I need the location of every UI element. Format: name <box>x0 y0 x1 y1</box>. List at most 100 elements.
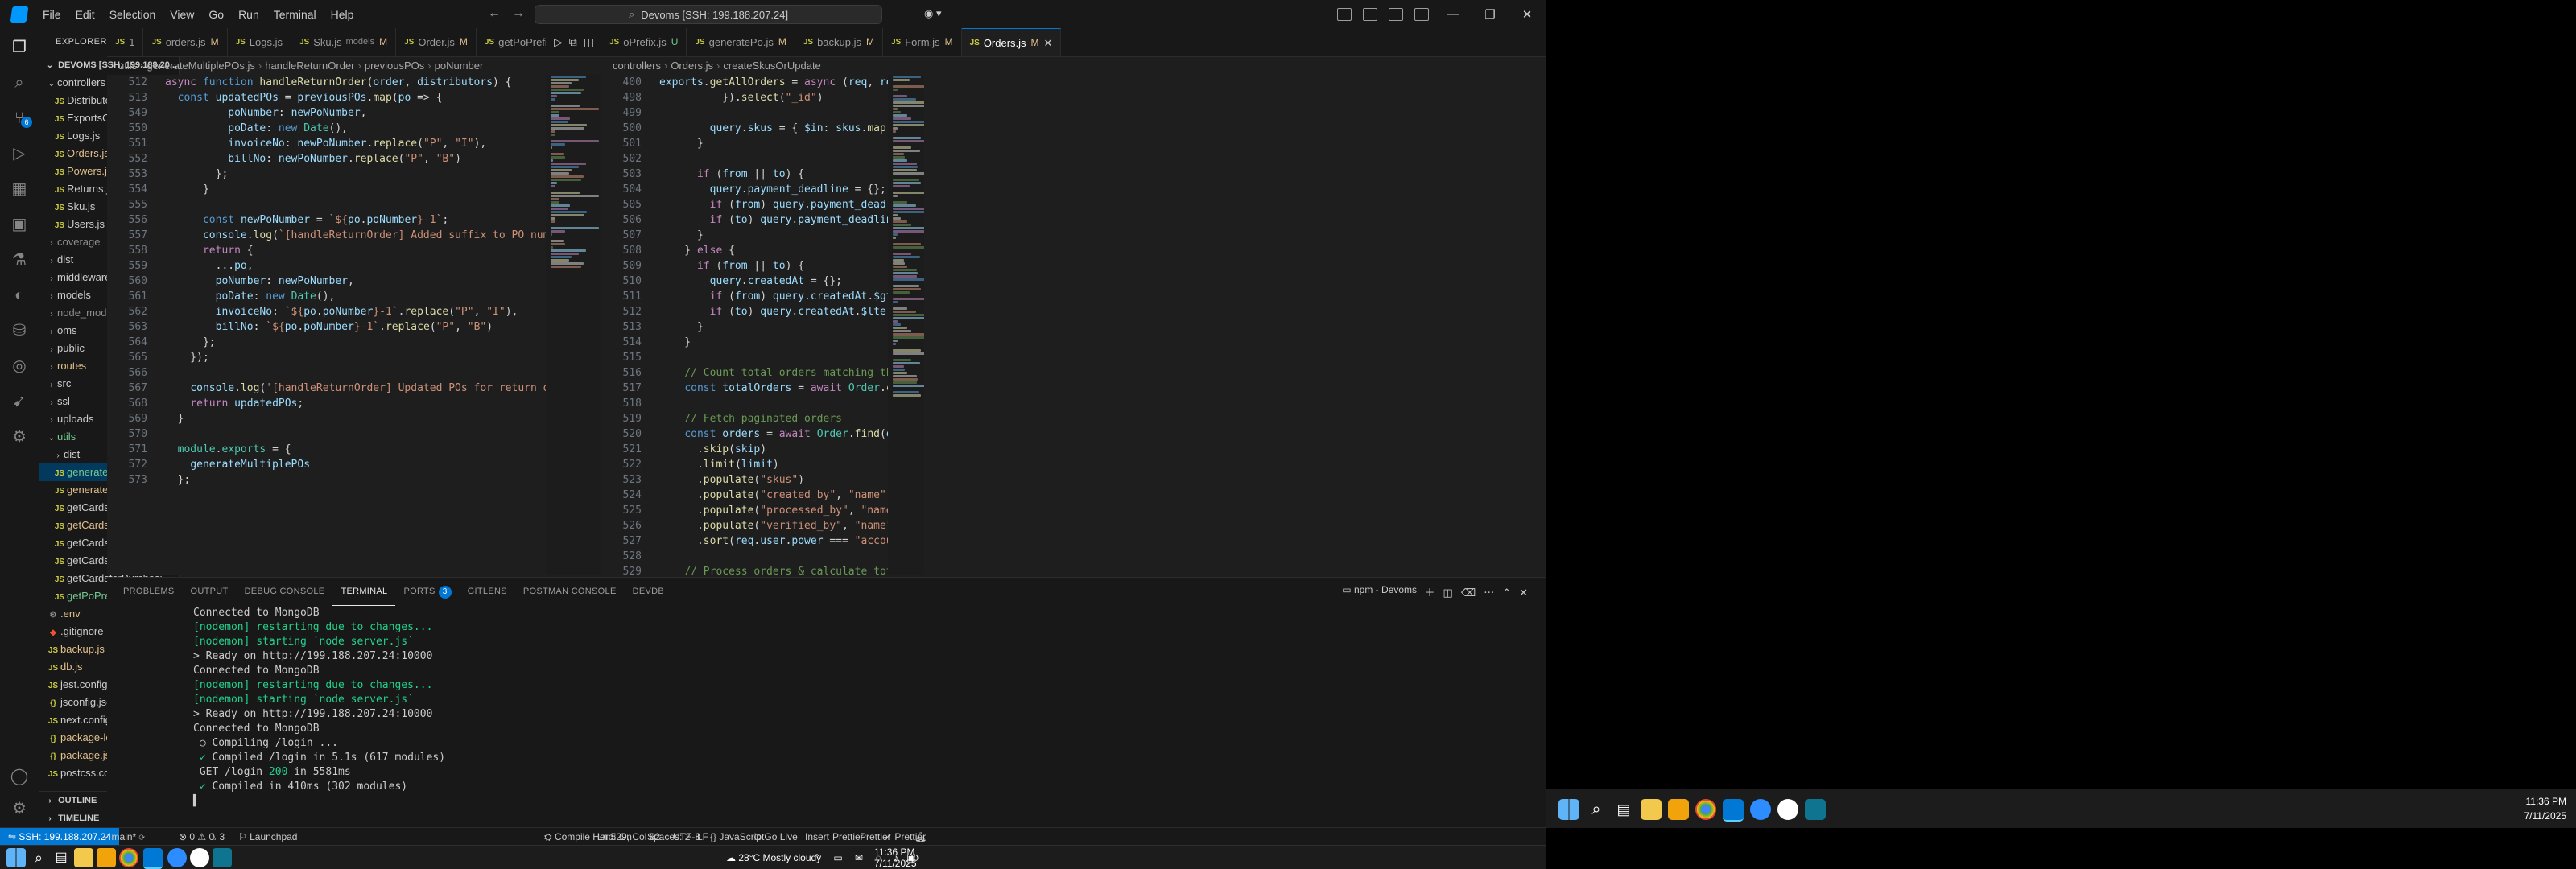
code-line[interactable]: 556 const newPoNumber = `${po.poNumber}-… <box>107 212 546 228</box>
right-breadcrumb[interactable]: controllers › Orders.js › createSkusOrUpdate <box>601 57 1047 75</box>
code-line[interactable]: 498 }).select("_id") <box>601 90 888 105</box>
file-explorer-icon[interactable] <box>1641 799 1662 820</box>
terminal-process[interactable]: ▭ npm - Devoms <box>1342 584 1417 595</box>
code-line[interactable]: 569 } <box>107 411 546 426</box>
menu-go[interactable]: Go <box>201 8 231 21</box>
problems-indicator[interactable]: ⊗ 0 ⚠ 0 <box>179 828 214 846</box>
code-line[interactable]: 400 exports.getAllOrders = async (req, re… <box>601 75 888 90</box>
code-line[interactable]: 559 ...po, <box>107 258 546 274</box>
toggle-panel-icon[interactable] <box>1389 7 1403 21</box>
panel-actions[interactable]: ＋◫⌫⋯⌃✕ <box>1425 584 1536 599</box>
remote-indicator[interactable]: ⇋ SSH: 199.188.207.24 <box>0 828 120 846</box>
code-line[interactable]: 555 <box>107 197 546 212</box>
app-teal-icon[interactable] <box>1805 799 1826 820</box>
code-line[interactable]: 509 if (from || to) { <box>601 258 888 274</box>
code-line[interactable]: 558 return { <box>107 243 546 258</box>
menu-run[interactable]: Run <box>231 8 266 21</box>
code-line[interactable]: 566 <box>107 365 546 381</box>
close-icon[interactable]: ✕ <box>1044 29 1053 56</box>
editor-tab[interactable]: JS 1 <box>107 28 144 56</box>
code-line[interactable]: 519 // Fetch paginated orders <box>601 411 888 426</box>
left-minimap[interactable] <box>546 75 601 575</box>
code-line[interactable]: 570 <box>107 426 546 442</box>
manage-gear-icon[interactable]: ⚙ <box>10 799 29 818</box>
postman-icon[interactable]: ◎ <box>10 356 29 376</box>
code-line[interactable]: 526 .populate("verified_by", "name") <box>601 518 888 533</box>
zoom-icon[interactable] <box>167 848 187 867</box>
breadcrumb-item[interactable]: generateMultiplePOs.js <box>147 60 254 72</box>
editor-tab[interactable]: JS oPrefix.js U <box>601 28 687 56</box>
editor-tab[interactable]: JS Orders.js M ✕ <box>961 28 1062 56</box>
breadcrumb-item[interactable]: poNumber <box>435 60 484 72</box>
weather-widget[interactable]: ☁ 28°C Mostly cloudy <box>726 846 821 869</box>
code-line[interactable]: 503 if (from || to) { <box>601 167 888 182</box>
code-line[interactable]: 512 if (to) query.createdAt.$lte = new D… <box>601 304 888 319</box>
editor-tab[interactable]: JS Logs.js <box>228 28 291 56</box>
code-line[interactable]: 522 .limit(limit) <box>601 457 888 472</box>
code-line[interactable]: 520 const orders = await Order.find(quer… <box>601 426 888 442</box>
encoding[interactable]: UTF-8 <box>673 828 700 846</box>
run-debug-icon[interactable]: ▷ <box>10 144 29 163</box>
chrome-icon[interactable] <box>1695 799 1716 820</box>
panel-tab[interactable]: OUTPUT <box>183 578 237 606</box>
right-minimap[interactable] <box>888 75 924 575</box>
minimize-button[interactable]: — <box>1435 7 1472 21</box>
panel-tab[interactable]: PROBLEMS <box>115 578 183 606</box>
code-line[interactable]: 501 } <box>601 136 888 151</box>
breadcrumb-item[interactable]: createSkusOrUpdate <box>723 60 820 72</box>
menu-view[interactable]: View <box>163 8 201 21</box>
customize-layout-icon[interactable] <box>1337 7 1352 21</box>
editor-tab[interactable]: JS orders.js M <box>143 28 228 56</box>
code-line[interactable]: 557 console.log(`[handleReturnOrder] Add… <box>107 228 546 243</box>
database-icon[interactable]: ⛁ <box>10 321 29 340</box>
panel-tab[interactable]: GITLENS <box>460 578 515 606</box>
left-breadcrumb[interactable]: utils › generateMultiplePOs.js › handleRetur… <box>107 57 553 75</box>
docker-icon[interactable]: ⚙ <box>10 427 29 447</box>
code-line[interactable]: 508 } else { <box>601 243 888 258</box>
editor-tab[interactable]: JSgetPoPrefix.jsU <box>477 28 546 56</box>
breadcrumb-item[interactable]: handleReturnOrder <box>265 60 354 72</box>
explorer-icon[interactable]: ❐ <box>10 38 29 57</box>
code-line[interactable]: 550 poDate: new Date(), <box>107 121 546 136</box>
editor-tab[interactable]: JS backup.js M <box>795 28 883 56</box>
notification-center-icon[interactable]: ▣ <box>906 846 915 869</box>
code-line[interactable]: 505 if (from) query.payment_deadline.$gt… <box>601 197 888 212</box>
code-line[interactable]: 518 <box>601 396 888 411</box>
app-white-circle-icon[interactable] <box>190 848 209 867</box>
taskbar-search-icon[interactable]: ⌕ <box>1586 799 1607 820</box>
menu-edit[interactable]: Edit <box>68 8 102 21</box>
code-line[interactable]: 568 return updatedPOs; <box>107 396 546 411</box>
store-icon[interactable] <box>97 848 116 867</box>
code-line[interactable]: 523 .populate("skus") <box>601 472 888 488</box>
left-code-editor[interactable]: 512 async function handleReturnOrder (orde… <box>107 75 546 575</box>
breadcrumb-item[interactable]: controllers <box>613 60 661 72</box>
vscode-taskbar-icon[interactable] <box>1723 799 1744 822</box>
secondary-clock[interactable]: 11:36 PM 7/11/2025 <box>2524 794 2567 823</box>
app-teal-icon[interactable] <box>213 848 232 867</box>
code-line[interactable]: 553 }; <box>107 167 546 182</box>
code-line[interactable]: 525 .populate("processed_by", "name") <box>601 503 888 518</box>
file-explorer-icon[interactable] <box>74 848 93 867</box>
code-line[interactable]: 513 const updatedPOs = previousPOs.map(p… <box>107 90 546 105</box>
code-line[interactable]: 499 <box>601 105 888 121</box>
task-view-icon[interactable]: ▤ <box>1613 799 1634 820</box>
breadcrumb-item[interactable]: previousPOs <box>365 60 424 72</box>
code-line[interactable]: 567 console.log('[handleReturnOrder] Upd… <box>107 381 546 396</box>
breadcrumb-item[interactable]: utils <box>118 60 137 72</box>
code-line[interactable]: 551 invoiceNo: newPoNumber.replace("P", … <box>107 136 546 151</box>
app-white-circle-icon[interactable] <box>1777 799 1798 820</box>
nav-arrows[interactable]: ←→ <box>488 6 536 21</box>
editor-tab[interactable]: JS Sku.js models M <box>291 28 397 56</box>
editor-tab[interactable]: JS Form.js M <box>883 28 962 56</box>
menu-help[interactable]: Help <box>324 8 361 21</box>
menu-terminal[interactable]: Terminal <box>266 8 324 21</box>
code-line[interactable]: 515 <box>601 350 888 365</box>
notifications-bell-icon[interactable]: 🔔︎ <box>914 828 927 846</box>
editor-tab[interactable]: JS generatePo.js M <box>687 28 795 56</box>
code-line[interactable]: 507 } <box>601 228 888 243</box>
eol[interactable]: LF <box>697 828 708 846</box>
maximize-button[interactable]: ❐ <box>1472 7 1509 22</box>
code-line[interactable]: 573 }; <box>107 472 546 488</box>
copilot-icon[interactable]: ◉ ▾ <box>924 7 941 20</box>
right-code-editor[interactable]: 400exports.getAllOrders = async (req, re… <box>601 75 888 575</box>
